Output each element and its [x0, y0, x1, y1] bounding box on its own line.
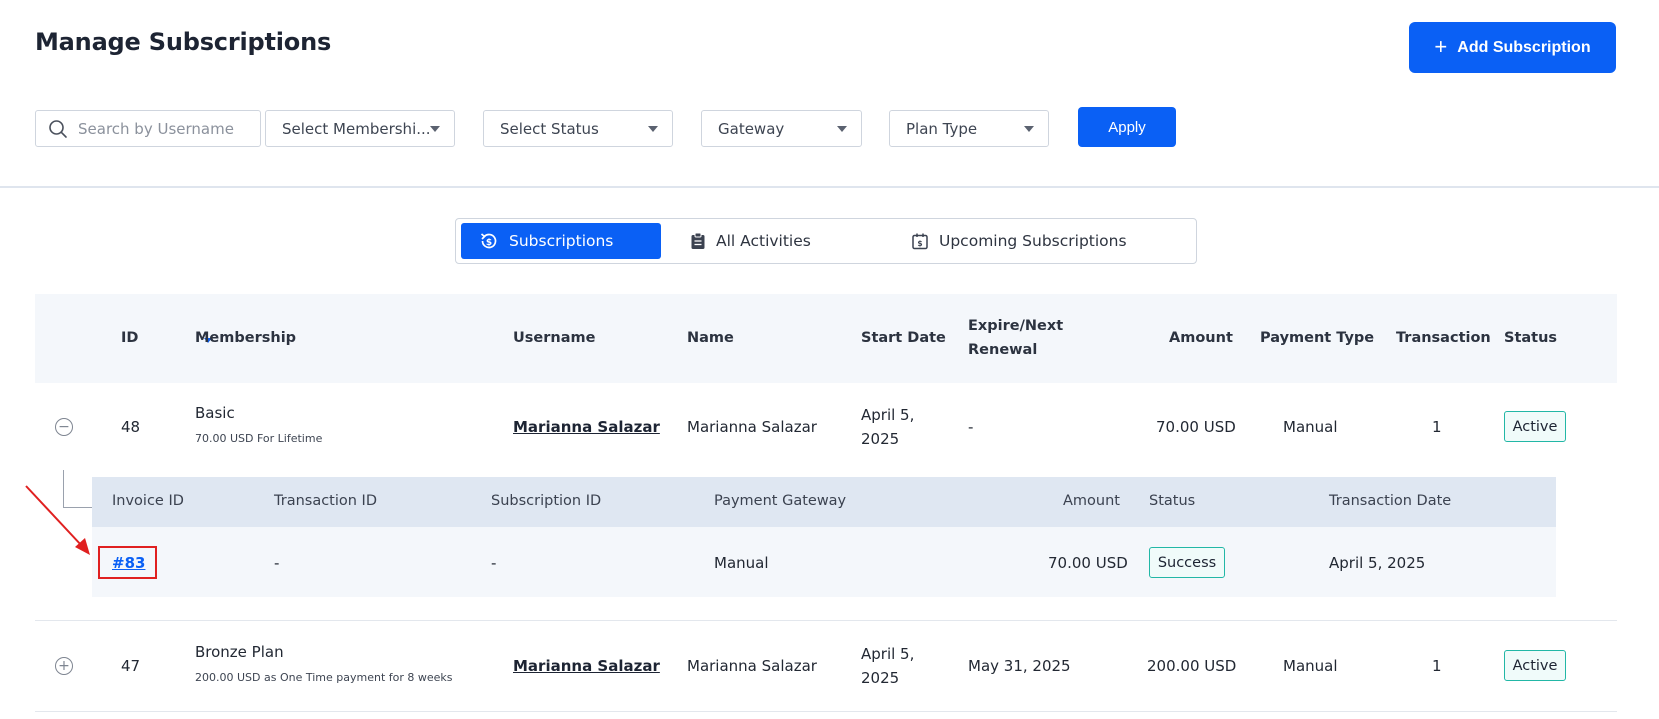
row-id: 48 — [121, 418, 141, 436]
gateway-select-value: Gateway — [718, 119, 785, 138]
column-username: Username — [513, 330, 596, 346]
search-input[interactable]: Search by Username — [35, 110, 261, 147]
row-amount: 200.00 USD — [1147, 657, 1237, 675]
column-subscription-id: Subscription ID — [491, 493, 602, 509]
annotation-arrow-icon — [25, 485, 90, 555]
column-invoice-status: Status — [1149, 493, 1196, 509]
collapse-icon[interactable]: − — [55, 418, 73, 436]
clipboard-icon — [691, 232, 705, 249]
row-divider — [35, 620, 1617, 621]
tab-all-activities[interactable]: All Activities — [690, 223, 811, 259]
invoice-status-badge: Success — [1149, 547, 1225, 578]
svg-text:$: $ — [486, 238, 492, 248]
column-payment-gateway: Payment Gateway — [714, 493, 847, 509]
username-link[interactable]: Marianna Salazar — [513, 418, 660, 436]
tab-subscriptions[interactable]: $ Subscriptions — [461, 223, 661, 259]
row-divider — [35, 711, 1617, 712]
row-expire: - — [968, 418, 974, 436]
row-name: Marianna Salazar — [687, 657, 817, 675]
add-subscription-label: Add Subscription — [1457, 38, 1591, 56]
row-start-date-line2: 2025 — [861, 430, 900, 448]
membership-name: Basic — [195, 404, 235, 422]
column-transaction-date: Transaction Date — [1329, 493, 1452, 509]
column-payment-type: Payment Type — [1260, 330, 1375, 346]
svg-text:$: $ — [917, 239, 922, 248]
column-invoice-amount: Amount — [1063, 493, 1120, 509]
invoice-transaction-id: - — [274, 554, 280, 572]
row-payment-type: Manual — [1283, 418, 1338, 436]
status-badge: Active — [1504, 650, 1566, 681]
column-transaction: Transaction — [1396, 330, 1491, 346]
column-membership: Membership — [195, 330, 297, 346]
invoice-gateway: Manual — [714, 554, 769, 572]
annotation-highlight-box — [98, 546, 157, 579]
column-status: Status — [1504, 330, 1558, 346]
column-name: Name — [687, 330, 734, 346]
chevron-down-icon — [648, 126, 658, 132]
plus-icon: + — [1434, 33, 1448, 59]
column-amount: Amount — [1169, 330, 1233, 346]
row-start-date-line1: April 5, — [861, 406, 915, 424]
invoice-amount: 70.00 USD — [1048, 554, 1128, 572]
row-transaction: 1 — [1432, 657, 1442, 675]
chevron-down-icon — [430, 126, 440, 132]
invoice-table-header: Invoice ID Transaction ID Subscription I… — [92, 477, 1556, 527]
tab-subscriptions-label: Subscriptions — [509, 232, 614, 250]
row-expire: May 31, 2025 — [968, 657, 1071, 675]
add-subscription-button[interactable]: + Add Subscription — [1409, 22, 1616, 73]
membership-select[interactable]: Select Membershi... — [265, 110, 455, 147]
calendar-icon: $ — [912, 233, 928, 250]
column-expire: Expire/Next — [968, 318, 1064, 334]
membership-name: Bronze Plan — [195, 643, 284, 661]
column-transaction-id: Transaction ID — [274, 493, 378, 509]
invoice-row: #83 - - Manual 70.00 USD Success April 5… — [92, 527, 1556, 597]
tab-upcoming-label: Upcoming Subscriptions — [939, 232, 1127, 250]
row-payment-type: Manual — [1283, 657, 1338, 675]
search-placeholder: Search by Username — [78, 119, 234, 138]
row-start-date-line2: 2025 — [861, 669, 900, 687]
column-id[interactable]: ID — [121, 330, 138, 346]
plan-type-select-value: Plan Type — [906, 119, 978, 138]
expand-icon[interactable]: + — [55, 657, 73, 675]
page-title: Manage Subscriptions — [35, 28, 332, 56]
membership-desc: 70.00 USD For Lifetime — [195, 432, 323, 445]
status-select[interactable]: Select Status — [483, 110, 673, 147]
username-link[interactable]: Marianna Salazar — [513, 657, 660, 675]
chevron-down-icon — [1024, 126, 1034, 132]
column-start-date: Start Date — [861, 330, 946, 346]
gateway-select[interactable]: Gateway — [701, 110, 862, 147]
view-tabs: $ Subscriptions All Activities $ Upcomin… — [455, 218, 1197, 264]
row-amount: 70.00 USD — [1156, 418, 1236, 436]
search-icon — [49, 119, 67, 138]
row-start-date-line1: April 5, — [861, 645, 915, 663]
column-invoice-id: Invoice ID — [112, 493, 184, 509]
row-name: Marianna Salazar — [687, 418, 817, 436]
status-select-value: Select Status — [500, 119, 599, 138]
status-badge: Active — [1504, 411, 1566, 442]
row-id: 47 — [121, 657, 141, 675]
page-header: Manage Subscriptions + Add Subscription … — [0, 0, 1659, 188]
apply-button[interactable]: Apply — [1078, 107, 1176, 147]
chevron-down-icon — [837, 126, 847, 132]
membership-desc: 200.00 USD as One Time payment for 8 wee… — [195, 671, 453, 684]
invoice-subscription-id: - — [491, 554, 497, 572]
plan-type-select[interactable]: Plan Type — [889, 110, 1049, 147]
row-transaction: 1 — [1432, 418, 1442, 436]
column-renewal: Renewal — [968, 342, 1038, 358]
subscription-refresh-icon: $ — [480, 233, 497, 249]
membership-select-value: Select Membershi... — [282, 119, 431, 138]
invoice-date: April 5, 2025 — [1329, 554, 1426, 572]
table-header: ID Membership Username Name Start Date E… — [35, 294, 1617, 383]
tab-upcoming-subscriptions[interactable]: $ Upcoming Subscriptions — [911, 223, 1127, 259]
tab-all-activities-label: All Activities — [716, 232, 811, 250]
